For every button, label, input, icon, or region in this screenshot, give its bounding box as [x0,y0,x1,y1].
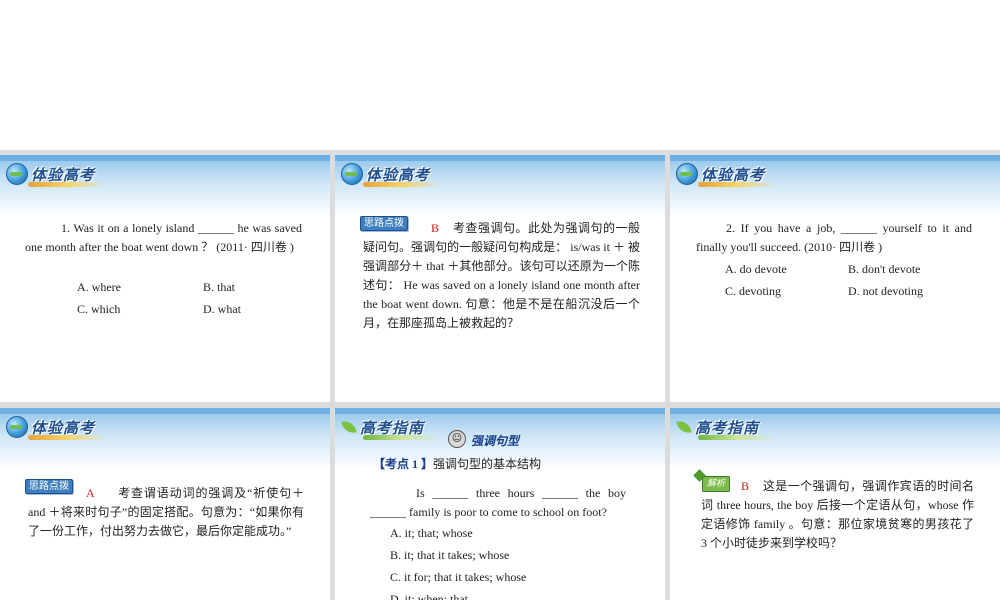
option-d: D. what [203,302,241,316]
slide-logo: 体验高考 [6,414,106,440]
slide-logo: 高考指南 [676,414,776,440]
option-d: D. it; when; that [390,592,468,600]
globe-icon [676,163,698,185]
slide-logo: 体验高考 [341,161,441,187]
point-text: 强调句型的基本结构 [433,457,542,471]
answer-letter: A [86,486,95,500]
answer-letter: B [431,221,440,235]
globe-icon [6,416,28,438]
answer-letter: B [741,479,750,493]
explanation-body: 考查谓语动词的强调及“祈使句＋ and ＋将来时句子”的固定搭配。句意为：“如果… [28,486,305,538]
question-text: 1. Was it on a lonely island ______ he w… [25,221,302,254]
globe-icon [6,163,28,185]
explanation-text: A 考查谓语动词的强调及“祈使句＋ and ＋将来时句子”的固定搭配。句意为：“… [28,484,304,541]
slide-logo: 高考指南 [341,414,441,440]
slide-1[interactable]: 体验高考 1. Was it on a lonely island ______… [0,155,330,402]
option-b: B. that [203,280,235,294]
option-c: C. which [77,302,121,316]
option-c: C. it for; that it takes; whose [390,570,527,584]
slide-logo: 体验高考 [676,161,776,187]
leaf-icon [341,417,357,437]
slide-6[interactable]: 高考指南 解析 B 这是一个强调句，强调作宾语的时间名词 three hours… [670,408,1000,600]
explanation-body: 考查强调句。此处为强调句的一般疑问句。强调句的一般疑问句构成是： is/was … [363,221,640,330]
option-a: A. do devote [725,262,787,276]
slide-5[interactable]: 高考指南 ☺ 强调句型 【考点 1 】强调句型的基本结构 Is ______ t… [335,408,665,600]
leaf-icon [676,417,692,437]
question-text: Is ______ three hours ______ the boy ___… [370,486,626,519]
option-c: C. devoting [725,284,781,298]
smiley-icon: ☺ [448,430,466,448]
option-a: A. where [77,280,121,294]
point-heading: 【考点 1 】强调句型的基本结构 [373,455,633,474]
option-d: D. not devoting [848,284,923,298]
explanation-text: B 这是一个强调句，强调作宾语的时间名词 three hours, the bo… [701,477,974,553]
option-b: B. it; that it takes; whose [390,548,510,562]
option-a: A. it; that; whose [390,526,473,540]
globe-icon [341,163,363,185]
slide-3[interactable]: 体验高考 2. If you have a job, ______ yourse… [670,155,1000,402]
point-label: 【考点 1 】 [373,457,434,471]
question-text: 2. If you have a job, ______ yourself to… [696,221,972,254]
slide-4[interactable]: 体验高考 思路点拨 A 考查谓语动词的强调及“祈使句＋ and ＋将来时句子”的… [0,408,330,600]
slide-2[interactable]: 体验高考 思路点拨 B 考查强调句。此处为强调句的一般疑问句。强调句的一般疑问句… [335,155,665,402]
section-title: 强调句型 [471,434,520,448]
slide-logo: 体验高考 [6,161,106,187]
explanation-text: B 考查强调句。此处为强调句的一般疑问句。强调句的一般疑问句构成是： is/wa… [363,219,640,333]
option-b: B. don't devote [848,262,921,276]
